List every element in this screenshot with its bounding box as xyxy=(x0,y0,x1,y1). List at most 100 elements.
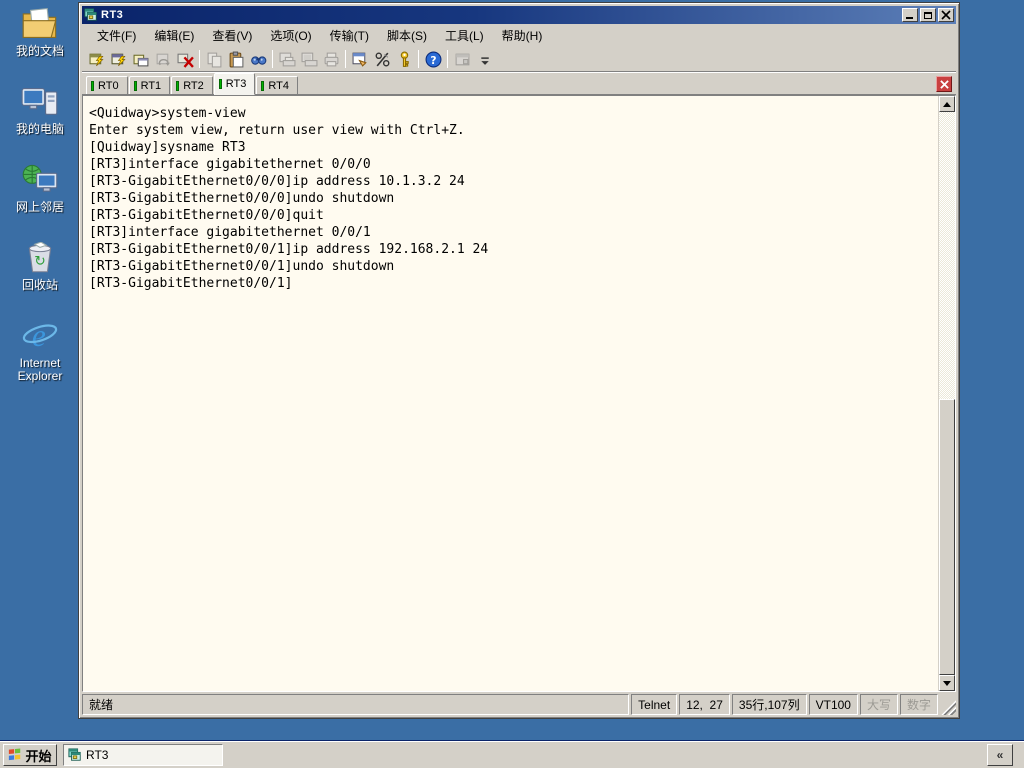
session-tab-rt0[interactable]: RT0 xyxy=(86,76,128,94)
status-protocol: Telnet xyxy=(631,694,678,715)
app-window-icon[interactable] xyxy=(451,48,473,70)
menu-file[interactable]: 文件(F) xyxy=(88,25,145,46)
desktop-icon-list: 我的文档 我的电脑 网上邻居 ↻ 回收站 e Internet Explorer xyxy=(6,6,74,409)
connect-icon[interactable] xyxy=(108,48,130,70)
connected-indicator-icon xyxy=(133,80,137,91)
app-window: RT3 文件(F) 编辑(E) 查看(V) 选项(O) 传输(T) 脚本(S) … xyxy=(78,2,960,719)
keymap-icon[interactable] xyxy=(393,48,415,70)
terminal-line: [RT3-GigabitEthernet0/0/1]undo shutdown xyxy=(89,259,395,274)
menu-options[interactable]: 选项(O) xyxy=(261,25,320,46)
my-computer-icon xyxy=(20,84,60,120)
scrollbar-track[interactable] xyxy=(939,112,955,675)
disconnect-icon[interactable] xyxy=(174,48,196,70)
start-button[interactable]: 开始 xyxy=(3,744,57,766)
print-icon[interactable] xyxy=(320,48,342,70)
find-icon[interactable] xyxy=(247,48,269,70)
desktop-icon-internet-explorer[interactable]: e Internet Explorer xyxy=(6,318,74,383)
toolbar-overflow-icon[interactable] xyxy=(473,48,495,70)
status-bar: 就绪 Telnet 12, 27 35行,107列 VT100 大写 数字 xyxy=(82,694,956,715)
desktop-icon-recycle-bin[interactable]: ↻ 回收站 xyxy=(6,240,74,292)
desktop-icon-label: 我的文档 xyxy=(15,44,64,58)
tray-collapse-button[interactable]: « xyxy=(987,744,1013,766)
close-icon xyxy=(939,79,949,89)
window-title: RT3 xyxy=(101,9,124,21)
taskbar-task-rt3[interactable]: RT3 xyxy=(63,744,223,766)
reconnect-icon[interactable] xyxy=(152,48,174,70)
toolbar-separator xyxy=(272,50,273,68)
session-tab-label: RT2 xyxy=(183,79,204,92)
global-options-icon[interactable] xyxy=(371,48,393,70)
terminal-line: [RT3-GigabitEthernet0/0/0]ip address 10.… xyxy=(89,174,465,189)
terminal-line: [RT3]interface gigabitethernet 0/0/1 xyxy=(89,225,371,240)
paste-icon[interactable] xyxy=(225,48,247,70)
desktop: { "colors": { "desktop_bg": "#3A6EA5", "… xyxy=(0,0,1024,768)
scroll-down-button[interactable] xyxy=(939,675,955,691)
arrow-down-icon xyxy=(943,680,951,686)
print-selection-icon[interactable] xyxy=(298,48,320,70)
desktop-icon-my-documents[interactable]: 我的文档 xyxy=(6,6,74,58)
status-cursor-position: 12, 27 xyxy=(679,694,730,715)
windows-logo-icon xyxy=(9,748,21,761)
scrollbar-thumb[interactable] xyxy=(939,399,955,675)
vertical-scrollbar[interactable] xyxy=(938,96,955,691)
resize-grip[interactable] xyxy=(940,694,956,715)
copy-icon[interactable] xyxy=(203,48,225,70)
network-places-icon xyxy=(20,162,60,198)
svg-text:e: e xyxy=(32,319,46,353)
my-documents-icon xyxy=(20,6,60,42)
session-tab-label: RT0 xyxy=(98,79,119,92)
start-button-label: 开始 xyxy=(25,748,52,764)
recycle-bin-icon: ↻ xyxy=(20,240,60,276)
desktop-icon-label: 我的电脑 xyxy=(15,122,64,136)
connected-indicator-icon xyxy=(91,80,94,91)
connect-in-tab-icon[interactable] xyxy=(130,48,152,70)
print-screen-icon[interactable] xyxy=(276,48,298,70)
desktop-icon-network-places[interactable]: 网上邻居 xyxy=(6,162,74,214)
session-options-icon[interactable] xyxy=(349,48,371,70)
terminal-line: [RT3-GigabitEthernet0/0/1] xyxy=(89,276,293,291)
tab-close-button[interactable] xyxy=(936,76,952,92)
menu-bar: 文件(F) 编辑(E) 查看(V) 选项(O) 传输(T) 脚本(S) 工具(L… xyxy=(82,24,956,46)
terminal-area[interactable]: <Quidway>system-view Enter system view, … xyxy=(82,95,956,692)
toolbar-separator xyxy=(199,50,200,68)
menu-tools[interactable]: 工具(L) xyxy=(436,25,493,46)
status-num-lock: 数字 xyxy=(899,694,938,715)
app-icon xyxy=(68,748,82,762)
session-tab-label: RT1 xyxy=(140,79,162,92)
desktop-icon-label: Internet Explorer xyxy=(17,356,63,383)
toolbar-separator xyxy=(418,50,419,68)
terminal-line: [RT3]interface gigabitethernet 0/0/0 xyxy=(89,157,371,172)
menu-transfer[interactable]: 传输(T) xyxy=(321,25,378,46)
quick-connect-icon[interactable] xyxy=(86,48,108,70)
arrow-up-icon xyxy=(943,101,951,107)
session-tab-rt4[interactable]: RT4 xyxy=(256,76,298,94)
session-tab-rt3[interactable]: RT3 xyxy=(213,73,256,95)
help-icon[interactable]: ? xyxy=(422,48,444,70)
connected-indicator-icon xyxy=(218,79,222,89)
desktop-icon-label: 网上邻居 xyxy=(15,200,64,214)
menu-help[interactable]: 帮助(H) xyxy=(493,25,552,46)
terminal-line: [Quidway]sysname RT3 xyxy=(89,140,246,155)
minimize-button[interactable] xyxy=(902,8,918,22)
connected-indicator-icon xyxy=(261,80,265,91)
terminal-output[interactable]: <Quidway>system-view Enter system view, … xyxy=(83,96,938,691)
toolbar: ? xyxy=(82,46,956,73)
session-tab-rt1[interactable]: RT1 xyxy=(128,76,171,94)
status-terminal-size: 35行,107列 xyxy=(731,694,807,715)
maximize-button[interactable] xyxy=(920,8,936,22)
session-tab-label: RT3 xyxy=(225,78,247,90)
menu-script[interactable]: 脚本(S) xyxy=(378,25,436,46)
title-bar[interactable]: RT3 xyxy=(82,6,956,24)
session-tab-bar: RT0 RT1 RT2 RT3 RT4 xyxy=(82,73,956,95)
status-ready: 就绪 xyxy=(82,694,630,715)
menu-view[interactable]: 查看(V) xyxy=(203,25,261,46)
session-tab-rt2[interactable]: RT2 xyxy=(171,76,213,94)
connected-indicator-icon xyxy=(176,80,180,91)
svg-text:?: ? xyxy=(430,53,436,66)
close-button[interactable] xyxy=(938,8,954,22)
scroll-up-button[interactable] xyxy=(939,96,955,112)
desktop-icon-my-computer[interactable]: 我的电脑 xyxy=(6,84,74,136)
terminal-line: [RT3-GigabitEthernet0/0/0]quit xyxy=(89,208,324,223)
app-icon xyxy=(84,8,98,22)
menu-edit[interactable]: 编辑(E) xyxy=(145,25,203,46)
